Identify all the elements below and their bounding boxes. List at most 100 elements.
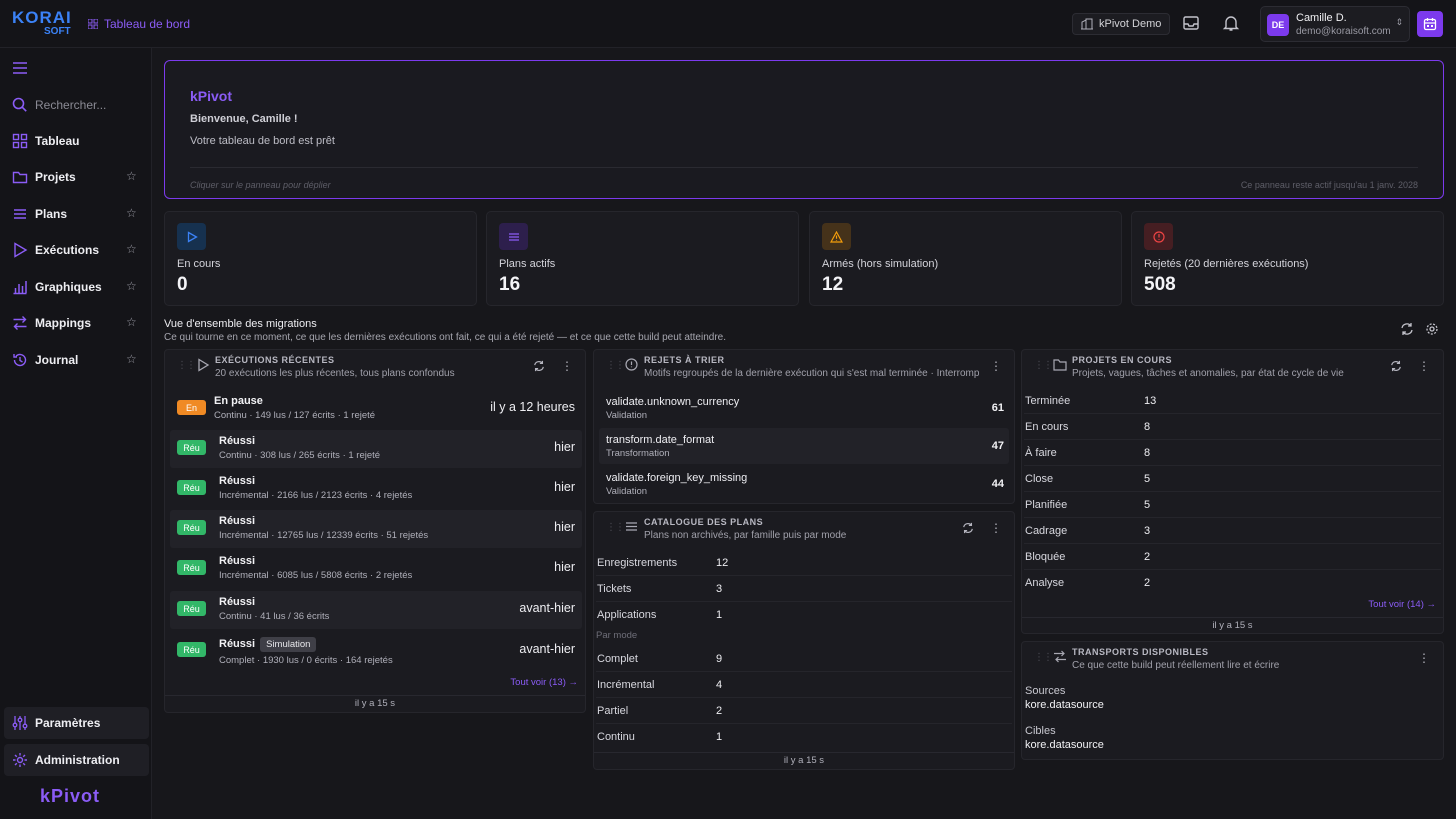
drag-handle-icon[interactable]: ⋮⋮: [177, 360, 196, 371]
reject-row[interactable]: validate.unknown_currency Validation 61: [599, 390, 1009, 426]
see-all-executions-link[interactable]: Tout voir (13) →: [510, 677, 578, 688]
execution-status: Réussi: [219, 435, 256, 447]
search-input[interactable]: Rechercher...: [12, 97, 106, 112]
catalog-row[interactable]: Complet 9: [596, 646, 1012, 672]
welcome-panel[interactable]: kPivot Bienvenue, Camille ! Votre tablea…: [164, 60, 1444, 199]
project-state-row[interactable]: Planifiée 5: [1024, 492, 1441, 518]
catalog-row[interactable]: Continu 1: [596, 724, 1012, 750]
more-vertical-icon[interactable]: ⋮: [561, 359, 573, 373]
reject-row[interactable]: transform.date_format Transformation 47: [599, 428, 1009, 464]
execution-time: avant-hier: [519, 601, 575, 615]
row-value: 5: [1144, 499, 1151, 511]
sidebar-item-executions[interactable]: Exécutions ☆: [0, 235, 152, 265]
row-label: Complet: [597, 653, 638, 665]
refresh-icon[interactable]: [533, 360, 545, 372]
project-state-row[interactable]: Analyse 2: [1024, 570, 1441, 596]
sidebar-item-graphiques[interactable]: Graphiques ☆: [0, 272, 152, 302]
kpi-value: 0: [177, 274, 188, 295]
project-state-row[interactable]: À faire 8: [1024, 440, 1441, 466]
settings-icon[interactable]: [1425, 322, 1439, 339]
kpi-card-rejetes[interactable]: Rejetés (20 dernières exécutions) 508: [1131, 211, 1444, 306]
project-state-row[interactable]: Terminée 13: [1024, 388, 1441, 414]
sidebar-item-tableau[interactable]: Tableau: [0, 126, 152, 156]
reject-category: Validation: [606, 486, 648, 497]
catalog-row[interactable]: Partiel 2: [596, 698, 1012, 724]
star-icon[interactable]: ☆: [126, 169, 137, 183]
sidebar-item-label: Tableau: [35, 134, 80, 148]
sidebar-item-plans[interactable]: Plans ☆: [0, 199, 152, 229]
menu-toggle-icon[interactable]: [12, 61, 28, 78]
kpi-card-plans-actifs[interactable]: Plans actifs 16: [486, 211, 799, 306]
sidebar-item-administration[interactable]: Administration: [4, 744, 149, 776]
grid-icon: [12, 133, 28, 149]
projects-card: ⋮⋮ PROJETS EN COURS Projets, vagues, tâc…: [1021, 349, 1444, 634]
see-all-projects-link[interactable]: Tout voir (14) →: [1368, 599, 1436, 610]
project-state-row[interactable]: Close 5: [1024, 466, 1441, 492]
drag-handle-icon[interactable]: ⋮⋮: [1034, 360, 1053, 371]
more-vertical-icon[interactable]: ⋮: [990, 521, 1002, 535]
refresh-icon[interactable]: [962, 522, 974, 534]
row-label: Partiel: [597, 705, 629, 717]
execution-row[interactable]: Réu Réussi Continu · 308 lus / 265 écrit…: [170, 430, 582, 468]
reject-code: transform.date_format: [606, 434, 715, 446]
drag-handle-icon[interactable]: ⋮⋮: [606, 522, 625, 533]
tenant-selector[interactable]: kPivot Demo: [1072, 13, 1171, 35]
star-icon[interactable]: ☆: [126, 279, 137, 293]
user-menu[interactable]: DE Camille D. demo@koraisoft.com ⇕: [1260, 6, 1410, 42]
top-bar: KORAI SOFT Tableau de bord kPivot Demo D…: [0, 0, 1456, 48]
row-value: 1: [716, 609, 723, 621]
simulation-badge: Simulation: [260, 637, 317, 652]
execution-row[interactable]: Réu Réussi Incrémental · 12765 lus / 123…: [170, 510, 582, 548]
card-title: CATALOGUE DES PLANS: [644, 517, 764, 527]
reject-row[interactable]: validate.foreign_key_missing Validation …: [599, 466, 1009, 502]
more-vertical-icon[interactable]: ⋮: [990, 359, 1002, 373]
sidebar-item-journal[interactable]: Journal ☆: [0, 345, 152, 375]
execution-time: avant-hier: [519, 642, 575, 656]
execution-row[interactable]: Réu Réussi Incrémental · 6085 lus / 5808…: [170, 550, 582, 588]
korai-logo[interactable]: KORAI SOFT: [12, 9, 72, 39]
refresh-icon[interactable]: [1400, 322, 1414, 339]
catalog-row[interactable]: Incrémental 4: [596, 672, 1012, 698]
drag-handle-icon[interactable]: ⋮⋮: [606, 360, 625, 371]
status-badge: Réu: [177, 560, 206, 575]
breadcrumb[interactable]: Tableau de bord: [88, 17, 190, 31]
more-vertical-icon[interactable]: ⋮: [1418, 651, 1430, 665]
execution-row[interactable]: Réu Réussi Incrémental · 2166 lus / 2123…: [170, 470, 582, 508]
drag-handle-icon[interactable]: ⋮⋮: [1034, 652, 1053, 663]
status-badge: Réu: [177, 601, 206, 616]
star-icon[interactable]: ☆: [126, 315, 137, 329]
sidebar-item-projets[interactable]: Projets ☆: [0, 162, 152, 192]
bell-icon[interactable]: [1222, 14, 1242, 34]
sidebar-item-parametres[interactable]: Paramètres: [4, 707, 149, 739]
catalog-row[interactable]: Tickets 3: [596, 576, 1012, 602]
star-icon[interactable]: ☆: [126, 352, 137, 366]
inbox-icon[interactable]: [1182, 14, 1202, 34]
execution-row[interactable]: Réu Réussi Simulation Complet · 1930 lus …: [170, 632, 582, 670]
card-title: REJETS À TRIER: [644, 355, 725, 365]
kpi-card-armes[interactable]: Armés (hors simulation) 12: [809, 211, 1122, 306]
execution-row[interactable]: En En pause Continu · 149 lus / 127 écri…: [170, 390, 582, 428]
row-label: En cours: [1025, 421, 1069, 433]
project-state-row[interactable]: Cadrage 3: [1024, 518, 1441, 544]
more-vertical-icon[interactable]: ⋮: [1418, 359, 1430, 373]
project-state-row[interactable]: En cours 8: [1024, 414, 1441, 440]
reject-code: validate.foreign_key_missing: [606, 472, 748, 484]
execution-time: hier: [554, 560, 575, 574]
reject-category: Validation: [606, 410, 648, 421]
execution-row[interactable]: Réu Réussi Continu · 41 lus / 36 écrits …: [170, 591, 582, 629]
sidebar-item-mappings[interactable]: Mappings ☆: [0, 308, 152, 338]
refresh-icon[interactable]: [1390, 360, 1402, 372]
logo-text-top: KORAI: [12, 8, 72, 27]
catalog-row[interactable]: Applications 1: [596, 602, 1012, 628]
star-icon[interactable]: ☆: [126, 242, 137, 256]
project-state-row[interactable]: Bloquée 2: [1024, 544, 1441, 570]
row-label: Terminée: [1025, 395, 1071, 407]
kpi-value: 12: [822, 274, 844, 295]
row-label: Incrémental: [597, 679, 655, 691]
kpi-card-en-cours[interactable]: En cours 0: [164, 211, 477, 306]
card-subtitle: Ce que cette build peut réellement lire …: [1072, 660, 1280, 671]
calendar-button[interactable]: [1417, 11, 1443, 37]
star-icon[interactable]: ☆: [126, 206, 137, 220]
catalog-row[interactable]: Enregistrements 12: [596, 550, 1012, 576]
grid-icon: [88, 19, 98, 29]
